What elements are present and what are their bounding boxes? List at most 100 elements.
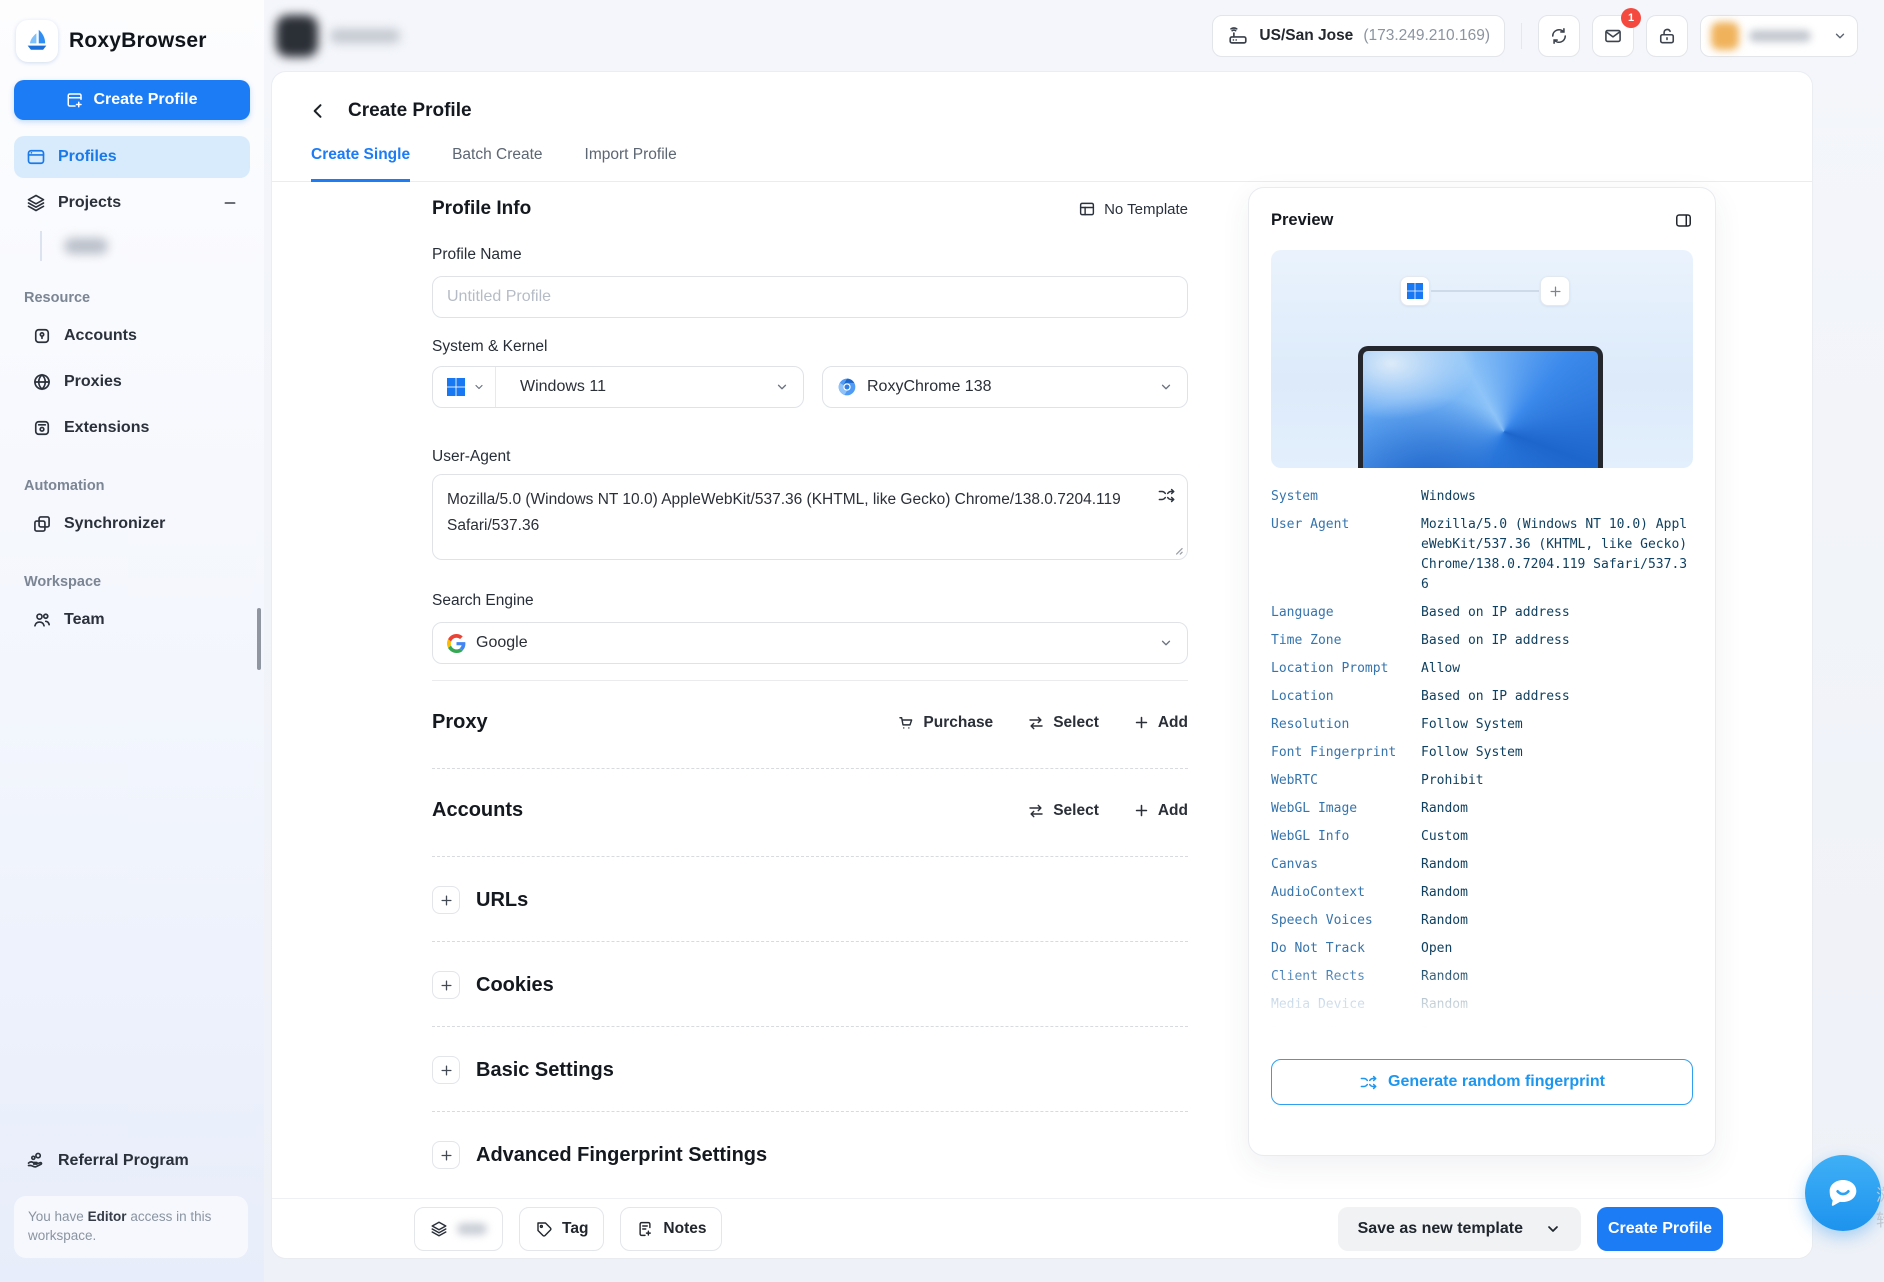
proxy-ip: (173.249.210.169) bbox=[1363, 27, 1490, 45]
extension-card-icon bbox=[32, 418, 52, 438]
sidebar-item-referral-program[interactable]: Referral Program bbox=[14, 1140, 250, 1182]
profile-name-input[interactable] bbox=[432, 276, 1188, 318]
mail-button[interactable]: 1 bbox=[1592, 15, 1634, 57]
no-template-button[interactable]: No Template bbox=[1078, 200, 1188, 218]
lock-button[interactable] bbox=[1646, 15, 1688, 57]
workspace-access-note: You have Editor access in this workspace… bbox=[14, 1196, 248, 1258]
kernel-select[interactable]: RoxyChrome 138 bbox=[822, 366, 1188, 408]
sidebar-item-extensions[interactable]: Extensions bbox=[14, 408, 250, 448]
list-item: Font FingerprintFollow System bbox=[1271, 743, 1693, 763]
collapse-minus-icon[interactable] bbox=[222, 195, 238, 211]
router-icon bbox=[1227, 25, 1249, 47]
collapse-panel-icon[interactable] bbox=[1674, 211, 1693, 230]
add-proxy-button[interactable]: Add bbox=[1133, 714, 1188, 732]
project-subitem[interactable] bbox=[14, 228, 250, 264]
sidebar-item-label: Team bbox=[64, 611, 105, 629]
os-select-group: Windows 11 bbox=[432, 366, 804, 408]
system-kernel-label: System & Kernel bbox=[432, 338, 1188, 356]
section-label-automation: Automation bbox=[24, 478, 250, 494]
sidebar-item-profiles[interactable]: Profiles bbox=[14, 136, 250, 178]
shuffle-icon[interactable] bbox=[1157, 486, 1176, 505]
expand-button[interactable] bbox=[432, 886, 460, 914]
resize-handle-icon[interactable] bbox=[1172, 544, 1183, 555]
sidebar-item-label: Referral Program bbox=[58, 1152, 189, 1170]
list-item: ResolutionFollow System bbox=[1271, 715, 1693, 735]
list-item: Time ZoneBased on IP address bbox=[1271, 631, 1693, 651]
os-version-select[interactable]: Windows 11 bbox=[506, 378, 803, 396]
sidebar-item-synchronizer[interactable]: Synchronizer bbox=[14, 504, 250, 544]
notes-label: Notes bbox=[663, 1220, 706, 1238]
sidebar-scrollbar-thumb[interactable] bbox=[257, 608, 261, 670]
list-item: Media DeviceRandom bbox=[1271, 995, 1693, 1015]
back-button[interactable] bbox=[308, 101, 328, 121]
hand-coins-icon bbox=[26, 1151, 46, 1171]
chat-bubble-icon bbox=[1823, 1173, 1863, 1213]
search-engine-label: Search Engine bbox=[432, 592, 1188, 610]
chevron-down-icon bbox=[1833, 29, 1847, 43]
sidebar-item-team[interactable]: Team bbox=[14, 600, 250, 640]
browser-plus-icon bbox=[66, 91, 84, 109]
swap-arrows-icon bbox=[1027, 802, 1045, 820]
sidebar-item-label: Profiles bbox=[58, 148, 117, 166]
section-basic-settings: Basic Settings bbox=[432, 1056, 1188, 1084]
plus-icon bbox=[1133, 714, 1150, 731]
select-account-button[interactable]: Select bbox=[1027, 802, 1099, 820]
windows-node-button[interactable] bbox=[1400, 276, 1430, 306]
project-group-button[interactable] bbox=[414, 1207, 503, 1251]
list-item: Do Not TrackOpen bbox=[1271, 939, 1693, 959]
tree-indent-line bbox=[40, 231, 42, 261]
add-node-button[interactable] bbox=[1540, 276, 1570, 306]
user-agent-textarea[interactable]: Mozilla/5.0 (Windows NT 10.0) AppleWebKi… bbox=[432, 474, 1188, 560]
refresh-icon bbox=[1549, 26, 1569, 46]
sidebar-item-proxies[interactable]: Proxies bbox=[14, 362, 250, 402]
tab-import-profile[interactable]: Import Profile bbox=[585, 146, 677, 181]
tab-create-single[interactable]: Create Single bbox=[311, 146, 410, 182]
list-item: WebGL ImageRandom bbox=[1271, 799, 1693, 819]
generate-fingerprint-button[interactable]: Generate random fingerprint bbox=[1271, 1059, 1693, 1105]
preview-illustration bbox=[1271, 250, 1693, 468]
expand-button[interactable] bbox=[432, 971, 460, 999]
tag-button[interactable]: Tag bbox=[519, 1207, 604, 1251]
layers-icon bbox=[26, 193, 46, 213]
preview-title: Preview bbox=[1271, 211, 1333, 230]
search-engine-select[interactable]: Google bbox=[432, 622, 1188, 664]
notes-button[interactable]: Notes bbox=[620, 1207, 722, 1251]
edge-widget-glyphs[interactable]: 浏转 bbox=[1870, 1186, 1884, 1236]
redacted-project-name bbox=[64, 238, 108, 254]
page-title: Create Profile bbox=[348, 100, 472, 122]
chevron-down-icon bbox=[1159, 380, 1173, 394]
sidebar-item-label: Accounts bbox=[64, 327, 137, 345]
proxy-status-chip[interactable]: US/San Jose (173.249.210.169) bbox=[1212, 15, 1505, 57]
expand-button[interactable] bbox=[432, 1056, 460, 1084]
layers-icon bbox=[430, 1220, 448, 1238]
select-proxy-button[interactable]: Select bbox=[1027, 714, 1099, 732]
save-template-dropdown[interactable]: Save as new template bbox=[1338, 1207, 1581, 1251]
kernel-value: RoxyChrome 138 bbox=[867, 378, 992, 396]
add-account-button[interactable]: Add bbox=[1133, 802, 1188, 820]
list-item: WebRTCProhibit bbox=[1271, 771, 1693, 791]
footer-action-bar: Tag Notes Save as new template Create Pr… bbox=[272, 1198, 1812, 1258]
purchase-proxy-button[interactable]: Purchase bbox=[897, 714, 993, 732]
create-profile-submit-button[interactable]: Create Profile bbox=[1597, 1207, 1723, 1251]
workspace-selector[interactable] bbox=[276, 15, 400, 57]
redacted-account-name bbox=[1749, 30, 1811, 42]
laptop-illustration bbox=[1358, 346, 1603, 468]
os-icon-select[interactable] bbox=[433, 367, 496, 407]
proxy-location: US/San Jose bbox=[1259, 27, 1353, 45]
people-icon bbox=[32, 610, 52, 630]
account-menu[interactable] bbox=[1700, 15, 1858, 57]
chevron-down-icon bbox=[473, 381, 485, 393]
sidebar-item-projects[interactable]: Projects bbox=[14, 182, 250, 224]
roxychrome-icon bbox=[837, 377, 857, 397]
create-profile-button[interactable]: Create Profile bbox=[14, 80, 250, 120]
section-urls: URLs bbox=[432, 886, 1188, 914]
sidebar: RoxyBrowser Create Profile Profiles bbox=[0, 0, 264, 1282]
expand-button[interactable] bbox=[432, 1141, 460, 1169]
profile-name-label: Profile Name bbox=[432, 246, 1188, 264]
list-item: SystemWindows bbox=[1271, 487, 1693, 507]
refresh-button[interactable] bbox=[1538, 15, 1580, 57]
sidebar-item-accounts[interactable]: Accounts bbox=[14, 316, 250, 356]
section-label-resource: Resource bbox=[24, 290, 250, 306]
windows-logo-icon bbox=[447, 378, 465, 396]
tab-batch-create[interactable]: Batch Create bbox=[452, 146, 542, 181]
